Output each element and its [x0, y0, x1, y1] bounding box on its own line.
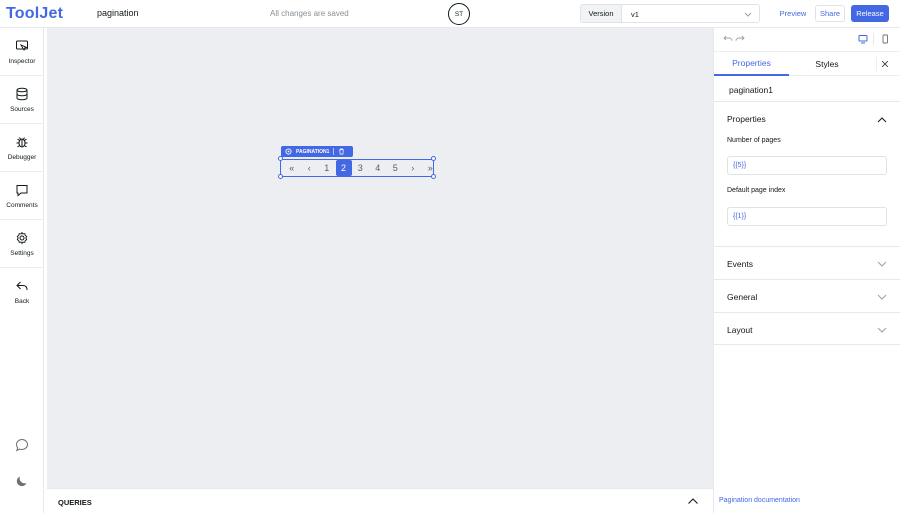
tag-divider [333, 148, 335, 155]
sidebar-item-settings[interactable]: Settings [0, 220, 44, 268]
left-sidebar: Inspector Sources Debugger Comments Sett… [0, 28, 44, 513]
tab-styles[interactable]: Styles [804, 52, 850, 76]
chat-icon[interactable] [15, 438, 29, 452]
sidebar-label: Comments [6, 201, 38, 209]
back-arrow-icon [16, 281, 28, 291]
sidebar-label: Inspector [8, 57, 36, 65]
section-title-layout: Layout [727, 325, 753, 335]
general-section[interactable]: General [714, 279, 900, 312]
save-status: All changes are saved [270, 9, 349, 18]
pagination-page-4[interactable]: 4 [369, 160, 387, 176]
widget-tag-label: PAGINATION1 [296, 148, 330, 155]
chevron-up-icon[interactable] [687, 495, 699, 507]
close-icon[interactable] [876, 57, 890, 71]
database-icon [16, 87, 28, 100]
sidebar-label: Sources [10, 105, 34, 113]
sidebar-label: Settings [10, 249, 34, 257]
desktop-icon[interactable] [858, 34, 868, 44]
pagination-page-1[interactable]: 1 [318, 160, 336, 176]
properties-section: Properties Number of pages {{5}} Default… [714, 101, 900, 246]
pagination-page-2-active[interactable]: 2 [335, 160, 352, 176]
version-value: v1 [631, 10, 639, 19]
inspector-icon [16, 40, 28, 51]
section-title-general: General [727, 292, 758, 302]
sidebar-item-debugger[interactable]: Debugger [0, 124, 44, 172]
pagination-page-5[interactable]: 5 [387, 160, 405, 176]
section-title-events: Events [727, 259, 753, 269]
release-button[interactable]: Release [851, 5, 889, 22]
app-name[interactable]: pagination [97, 8, 139, 18]
moon-icon[interactable] [15, 474, 29, 488]
inspector-tabs: Properties Styles [714, 52, 900, 76]
pagination-first[interactable]: « [283, 160, 301, 176]
undo-icon[interactable] [723, 34, 733, 44]
avatar[interactable]: ST [448, 3, 470, 25]
chevron-down-icon[interactable] [876, 258, 888, 270]
chevron-down-icon[interactable] [876, 324, 888, 336]
comment-icon [16, 184, 28, 197]
sidebar-label: Debugger [7, 153, 37, 161]
chevron-up-icon[interactable] [876, 114, 888, 126]
tab-properties[interactable]: Properties [714, 52, 789, 76]
sidebar-item-inspector[interactable]: Inspector [0, 28, 44, 76]
pagination-next[interactable]: › [404, 160, 422, 176]
gear-icon [16, 231, 28, 244]
top-bar: ToolJet pagination All changes are saved… [0, 0, 900, 28]
preview-button[interactable]: Preview [776, 5, 810, 22]
sidebar-item-back[interactable]: Back [0, 268, 44, 316]
sidebar-item-sources[interactable]: Sources [0, 76, 44, 124]
editor-canvas[interactable] [47, 28, 713, 488]
component-name[interactable]: pagination1 [729, 85, 773, 95]
version-select[interactable]: Version v1 [580, 4, 760, 23]
section-title-properties[interactable]: Properties [727, 114, 766, 124]
queries-panel[interactable]: QUERIES [47, 488, 713, 513]
pagination-page-3[interactable]: 3 [352, 160, 370, 176]
widget-tag[interactable]: PAGINATION1 [281, 146, 353, 157]
version-label: Version [581, 5, 622, 22]
chevron-down-icon [744, 12, 752, 17]
events-section[interactable]: Events [714, 246, 900, 279]
field-label-default-page-index: Default page index [727, 187, 786, 194]
trash-icon[interactable] [338, 148, 345, 155]
number-of-pages-input[interactable]: {{5}} [727, 156, 887, 175]
queries-label: QUERIES [58, 498, 92, 507]
bug-icon [16, 136, 28, 147]
sidebar-label: Back [14, 298, 30, 305]
redo-icon[interactable] [735, 34, 745, 44]
share-button[interactable]: Share [815, 5, 845, 22]
layout-section[interactable]: Layout [714, 312, 900, 345]
sidebar-item-comments[interactable]: Comments [0, 172, 44, 220]
pagination-documentation-link[interactable]: Pagination documentation [719, 497, 800, 504]
pagination-prev[interactable]: ‹ [301, 160, 319, 176]
inspector-panel: Properties Styles pagination1 Properties… [713, 28, 900, 513]
pagination-last[interactable]: » [422, 160, 440, 176]
tooljet-logo[interactable]: ToolJet [6, 5, 63, 23]
default-page-index-input[interactable]: {{1}} [727, 207, 887, 226]
field-label-number-of-pages: Number of pages [727, 137, 781, 144]
mobile-icon[interactable] [880, 34, 890, 44]
chevron-down-icon[interactable] [876, 291, 888, 303]
pagination: « ‹ 1 2 3 4 5 › » [283, 160, 439, 176]
move-icon [285, 148, 292, 155]
toolbar-divider [873, 33, 874, 45]
inspector-toolbar [714, 28, 900, 52]
